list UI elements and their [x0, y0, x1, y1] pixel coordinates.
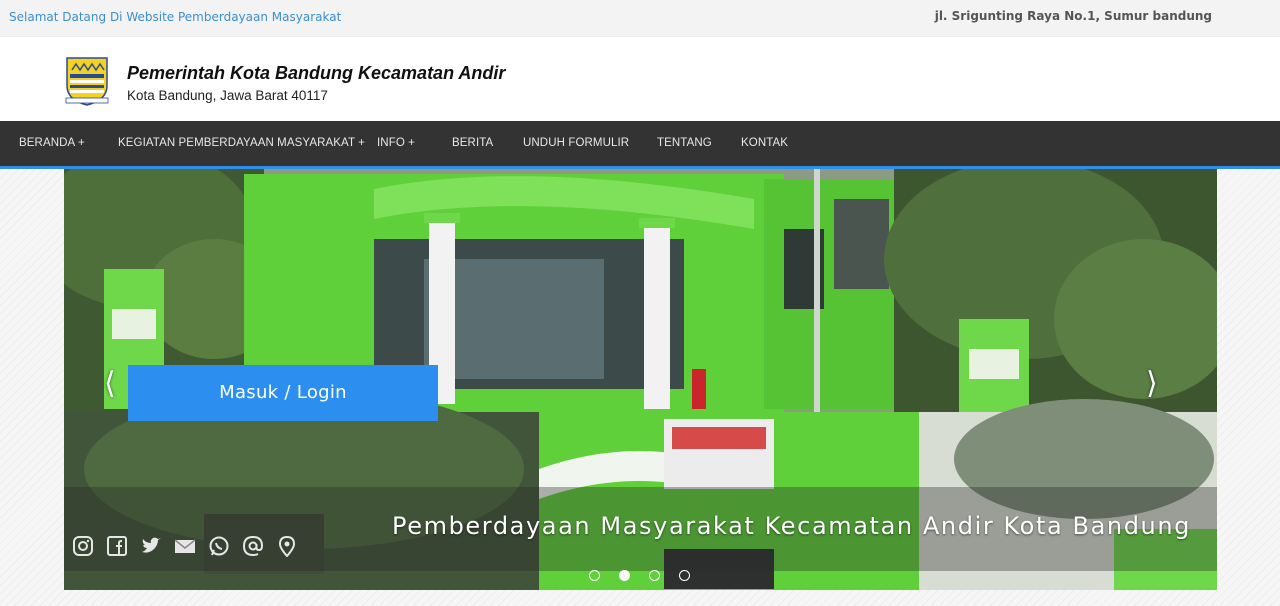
site-header: Pemerintah Kota Bandung Kecamatan Andir … [0, 37, 1280, 121]
slider-dot-4[interactable] [679, 570, 690, 581]
nav-item-kontak[interactable]: KONTAK [741, 137, 788, 149]
slider-dot-1[interactable] [589, 570, 600, 581]
top-bar: Selamat Datang Di Website Pemberdayaan M… [0, 0, 1280, 37]
facebook-icon[interactable] [106, 535, 128, 557]
email-icon[interactable] [174, 535, 196, 557]
address-text: jl. Srigunting Raya No.1, Sumur bandung [934, 9, 1212, 23]
site-subtitle: Kota Bandung, Jawa Barat 40117 [127, 88, 328, 103]
whatsapp-icon[interactable] [208, 535, 230, 557]
main-nav: BERANDA + KEGIATAN PEMBERDAYAAN MASYARAK… [0, 121, 1280, 169]
nav-item-berita[interactable]: BERITA [452, 137, 493, 149]
instagram-icon[interactable] [72, 535, 94, 557]
nav-item-tentang[interactable]: TENTANG [657, 137, 712, 149]
slider-next-arrow[interactable]: ⟩ [1146, 369, 1158, 399]
site-title: Pemerintah Kota Bandung Kecamatan Andir [127, 63, 506, 83]
slider-prev-arrow[interactable]: ⟨ [104, 369, 116, 399]
slider-dot-3[interactable] [649, 570, 660, 581]
twitter-icon[interactable] [140, 535, 162, 557]
slide-caption: Pemberdayaan Masyarakat Kecamatan Andir … [392, 512, 1191, 540]
hero-slider[interactable]: ⟨ ⟩ Masuk / Login Pemberdayaan Masyaraka… [64, 169, 1217, 590]
location-pin-icon[interactable] [276, 535, 298, 557]
nav-item-beranda[interactable]: BERANDA + [19, 137, 85, 149]
nav-item-info[interactable]: INFO + [377, 137, 415, 149]
slider-dot-2[interactable] [619, 570, 630, 581]
at-icon[interactable] [242, 535, 264, 557]
login-button[interactable]: Masuk / Login [128, 365, 438, 421]
welcome-text: Selamat Datang Di Website Pemberdayaan M… [9, 10, 342, 24]
nav-item-unduh-formulir[interactable]: UNDUH FORMULIR [523, 137, 629, 149]
bandung-city-emblem-icon[interactable] [64, 56, 110, 106]
nav-item-kegiatan[interactable]: KEGIATAN PEMBERDAYAAN MASYARAKAT + [118, 137, 365, 149]
